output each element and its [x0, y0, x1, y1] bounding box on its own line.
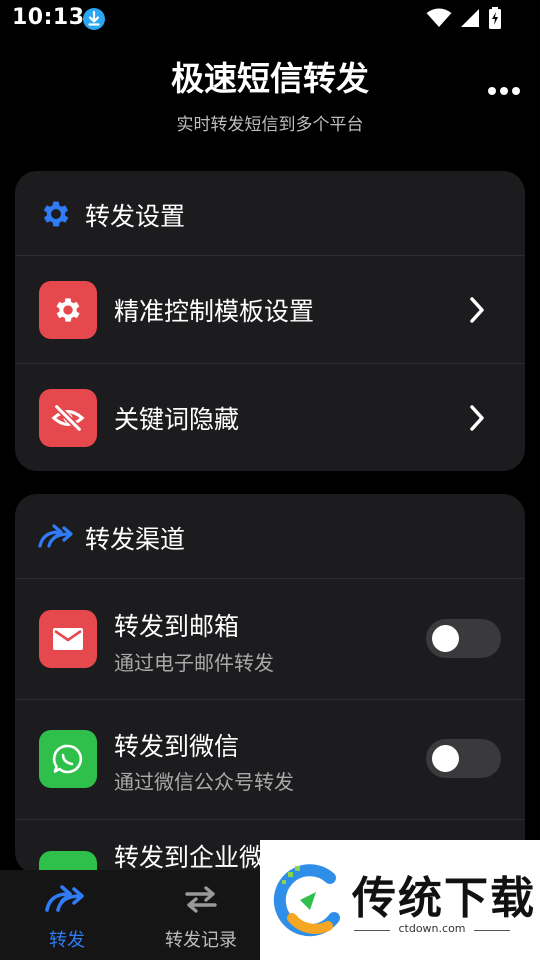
- more-options-icon[interactable]: [480, 78, 524, 104]
- chat-bubble-icon: [52, 744, 83, 774]
- channel-enterprise-label: 转发到企业微: [114, 843, 265, 872]
- swap-arrows-icon: [185, 886, 217, 913]
- template-settings-row[interactable]: 精准控制模板设置: [15, 256, 525, 363]
- toggle-knob: [432, 625, 459, 652]
- toggle-knob: [432, 745, 459, 772]
- email-icon-tile: [39, 610, 97, 668]
- status-time: 10:13: [12, 5, 85, 30]
- watermark-logo-icon: [273, 864, 340, 937]
- keyword-hide-row[interactable]: 关键词隐藏: [15, 364, 525, 471]
- email-toggle[interactable]: [426, 619, 501, 658]
- gear-icon: [56, 298, 80, 322]
- keyword-hide-label: 关键词隐藏: [114, 405, 240, 434]
- keyword-icon-tile: [39, 389, 97, 447]
- forward-settings-header: 转发设置: [15, 171, 525, 255]
- nav-forward-history[interactable]: 转发记录: [134, 870, 268, 960]
- wechat-toggle[interactable]: [426, 739, 501, 778]
- signal-icon: [461, 9, 479, 27]
- watermark-overlay: 传统下载 ctdown.com: [260, 840, 540, 960]
- forward-channels-card: 转发渠道 转发到邮箱 通过电子邮件转发 转发到微信 通过微信公众号转发 转发到企…: [15, 494, 525, 874]
- download-notification-icon: [83, 8, 105, 30]
- channel-email-row[interactable]: 转发到邮箱 通过电子邮件转发: [15, 579, 525, 699]
- settings-gear-icon: [43, 201, 69, 227]
- forward-nav-icon: [45, 885, 84, 912]
- battery-charging-icon: [489, 7, 501, 29]
- chevron-right-icon: [470, 297, 484, 323]
- divider: [474, 930, 510, 931]
- nav-forward-history-label: 转发记录: [165, 930, 237, 951]
- status-bar: 10:13: [0, 0, 540, 38]
- forward-channels-header: 转发渠道: [15, 494, 525, 578]
- watermark-url: ctdown.com: [398, 922, 466, 935]
- page-subtitle: 实时转发短信到多个平台: [176, 115, 364, 135]
- watermark-brand: 传统下载: [352, 873, 536, 924]
- channel-wechat-row[interactable]: 转发到微信 通过微信公众号转发: [15, 700, 525, 820]
- wechat-icon-tile: [39, 730, 97, 788]
- chevron-right-icon: [470, 405, 484, 431]
- nav-forward[interactable]: 转发: [0, 870, 134, 960]
- eye-off-icon: [51, 403, 85, 433]
- template-settings-label: 精准控制模板设置: [114, 297, 315, 326]
- nav-forward-label: 转发: [49, 930, 85, 951]
- template-icon-tile: [39, 281, 97, 339]
- channel-wechat-sub: 通过微信公众号转发: [114, 770, 294, 794]
- forward-settings-title: 转发设置: [85, 202, 186, 231]
- channel-email-label: 转发到邮箱: [114, 612, 240, 641]
- forward-settings-card: 转发设置 精准控制模板设置 关键词隐藏: [15, 171, 525, 471]
- channel-email-sub: 通过电子邮件转发: [114, 651, 274, 675]
- page-title: 极速短信转发: [171, 59, 369, 98]
- forward-channels-title: 转发渠道: [85, 525, 186, 554]
- wifi-icon: [426, 8, 452, 27]
- forward-arrows-icon: [38, 524, 73, 548]
- mail-icon: [53, 628, 83, 650]
- channel-wechat-label: 转发到微信: [114, 732, 240, 761]
